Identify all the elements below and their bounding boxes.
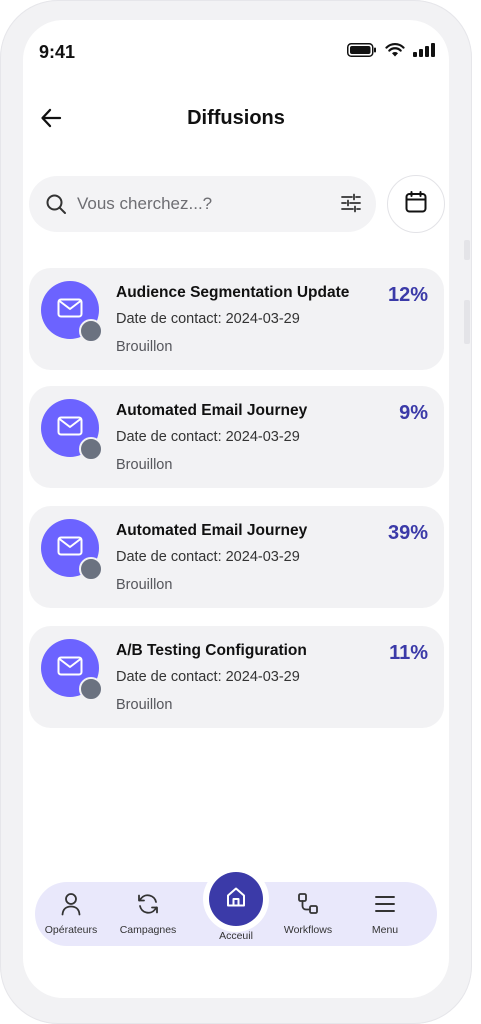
nav-label: Campagnes — [119, 924, 177, 936]
card-percent: 12% — [387, 284, 428, 306]
phone-frame: 9:41 Diffusions Vous cherchez...? Audien… — [0, 0, 472, 1024]
hamburger-icon — [374, 892, 396, 916]
signal-icon — [413, 42, 435, 62]
status-dot — [79, 677, 103, 701]
card-title: Automated Email Journey — [116, 402, 308, 419]
status-icons — [347, 42, 435, 62]
mail-icon — [57, 298, 83, 323]
nav-label: Menu — [371, 924, 399, 936]
card-status: Brouillon — [116, 697, 173, 713]
card-date: Date de contact: 2024-03-29 — [116, 429, 300, 445]
status-dot — [79, 319, 103, 343]
status-dot — [79, 557, 103, 581]
sliders-icon[interactable] — [340, 192, 364, 216]
search-input[interactable] — [77, 186, 327, 222]
mail-icon — [57, 416, 83, 441]
silent-switch — [464, 240, 470, 260]
search-bar — [29, 176, 376, 232]
card-title: A/B Testing Configuration — [116, 642, 307, 659]
status-dot — [79, 437, 103, 461]
campaign-card[interactable]: A/B Testing Configuration Date de contac… — [29, 626, 444, 728]
header: Diffusions — [23, 98, 449, 142]
card-percent: 39% — [387, 522, 428, 544]
page-title: Diffusions — [187, 107, 285, 129]
card-title: Audience Segmentation Update — [116, 284, 350, 301]
mail-icon — [57, 536, 83, 561]
refresh-icon — [136, 892, 160, 916]
card-status: Brouillon — [116, 577, 173, 593]
mail-icon — [57, 656, 83, 681]
card-status: Brouillon — [116, 339, 173, 355]
nav-item-home[interactable] — [209, 872, 263, 926]
calendar-button[interactable] — [387, 175, 445, 233]
nav-label: Workflows — [283, 924, 333, 936]
home-icon — [225, 886, 247, 913]
user-icon — [60, 892, 82, 916]
campaign-card[interactable]: Automated Email Journey Date de contact:… — [29, 506, 444, 608]
app-screen: 9:41 Diffusions Vous cherchez...? Audien… — [23, 20, 449, 998]
campaign-card[interactable]: Audience Segmentation Update Date de con… — [29, 268, 444, 370]
calendar-icon — [404, 190, 428, 219]
status-time: 9:41 — [39, 42, 76, 62]
card-percent: 11% — [389, 642, 428, 664]
card-status: Brouillon — [116, 457, 173, 473]
nav-item-campaigns[interactable]: Campagnes — [112, 892, 184, 936]
workflow-icon — [297, 892, 319, 916]
nav-item-operators[interactable]: Opérateurs — [35, 892, 107, 936]
card-date: Date de contact: 2024-03-29 — [116, 549, 300, 565]
nav-item-menu[interactable]: Menu — [349, 892, 421, 936]
nav-item-workflows[interactable]: Workflows — [272, 892, 344, 936]
card-date: Date de contact: 2024-03-29 — [116, 311, 300, 327]
card-title: Automated Email Journey — [116, 522, 308, 539]
card-date: Date de contact: 2024-03-29 — [116, 669, 300, 685]
volume-button — [464, 300, 470, 344]
status-bar: 9:41 — [23, 20, 449, 76]
wifi-icon — [385, 42, 405, 62]
nav-label-home: Acceuil — [219, 930, 253, 942]
campaign-card[interactable]: Automated Email Journey Date de contact:… — [29, 386, 444, 488]
search-icon — [45, 193, 67, 220]
battery-icon — [347, 42, 377, 62]
nav-label: Opérateurs — [44, 924, 98, 936]
card-percent: 9% — [399, 402, 428, 424]
